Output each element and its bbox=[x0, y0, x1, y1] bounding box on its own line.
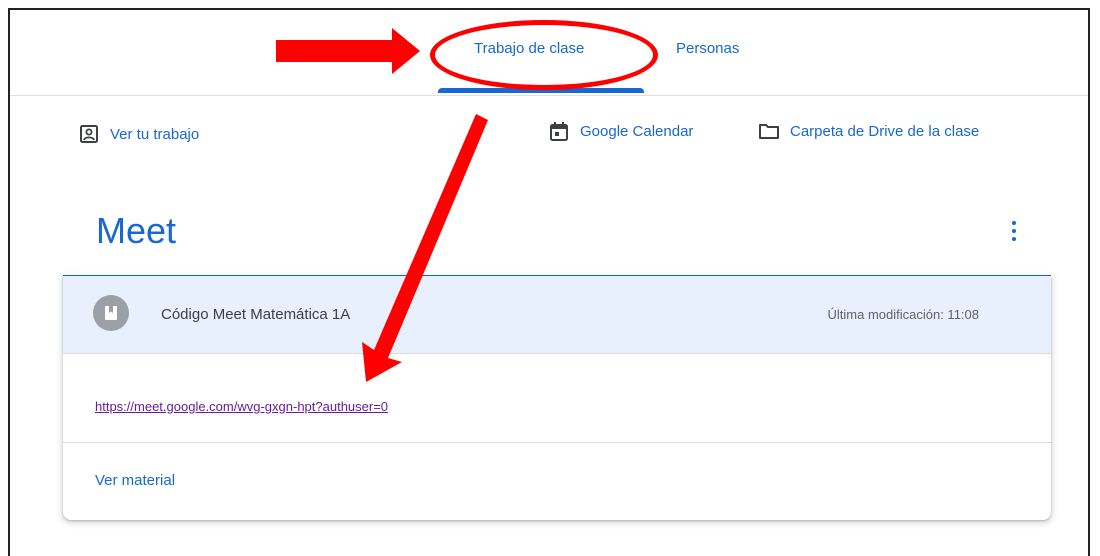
annotation-arrows bbox=[276, 28, 488, 382]
classroom-window: Trabajo de clase Personas Ver tu trabajo… bbox=[8, 8, 1090, 556]
annotation-arrow-right bbox=[276, 28, 420, 74]
annotation-arrow-down bbox=[362, 114, 488, 382]
